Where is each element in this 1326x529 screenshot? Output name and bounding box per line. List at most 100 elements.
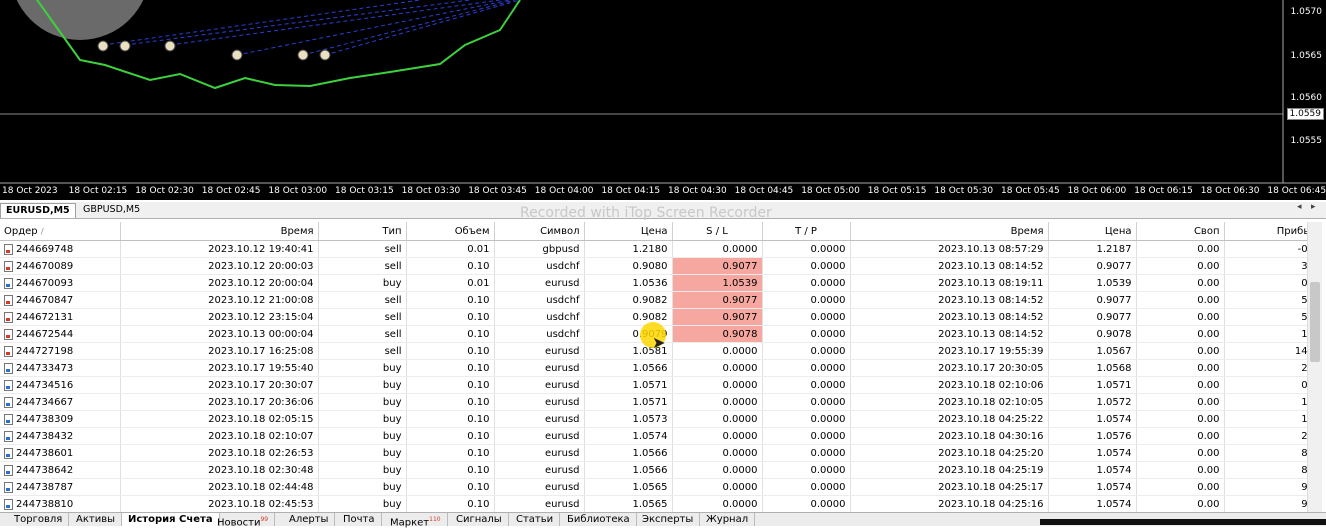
order-doc-icon: [4, 260, 13, 272]
close-price-cell: 0.9077: [1048, 291, 1137, 309]
tp-cell: 0.0000: [762, 444, 851, 462]
time-label: 18 Oct 04:15: [601, 186, 661, 196]
column-header-swap[interactable]: Своп: [1136, 222, 1225, 241]
close-price-cell: 1.0572: [1048, 393, 1137, 411]
swap-cell: 0.00: [1136, 427, 1225, 445]
open-time-cell: 2023.10.13 00:00:04: [120, 325, 319, 343]
bottom-tab[interactable]: Эксперты: [636, 513, 701, 526]
order-cell: 244738601: [0, 444, 121, 462]
bottom-tab[interactable]: Торговля: [8, 513, 70, 526]
time-label: 18 Oct 02:45: [201, 186, 261, 196]
tp-cell: 0.0000: [762, 427, 851, 445]
bottom-tab[interactable]: Сигналы: [450, 513, 509, 526]
chart-tab-eurusd[interactable]: EURUSD,M5: [0, 203, 76, 218]
sl-cell: 0.9077: [672, 257, 763, 275]
table-row[interactable]: 244670847 2023.10.12 21:00:08 sell 0.10 usdc…: [0, 291, 1308, 309]
volume-cell: 0.10: [406, 257, 495, 275]
table-row[interactable]: 244738601 2023.10.18 02:26:53 buy 0.10 eurus…: [0, 444, 1308, 462]
column-header-open-time[interactable]: Время: [120, 222, 319, 241]
bottom-tab[interactable]: Активы: [70, 513, 122, 526]
profit-cell: 5.51: [1224, 291, 1308, 309]
bottom-tab[interactable]: Статьи: [510, 513, 561, 526]
trade-marker-icon[interactable]: [319, 49, 331, 61]
sl-cell: 0.0000: [672, 393, 763, 411]
order-number: 244670093: [16, 277, 74, 289]
column-header-price[interactable]: Цена: [584, 222, 673, 241]
bottom-tab-label: Журнал: [706, 514, 749, 525]
volume-cell: 0.01: [406, 274, 495, 292]
table-row[interactable]: 244734667 2023.10.17 20:36:06 buy 0.10 eurus…: [0, 393, 1308, 411]
column-header-close-time[interactable]: Время: [850, 222, 1049, 241]
column-header-close-price[interactable]: Цена: [1048, 222, 1137, 241]
swap-cell: 0.00: [1136, 274, 1225, 292]
order-doc-icon: [4, 345, 13, 357]
profit-cell: 8.00: [1224, 444, 1308, 462]
column-header-type[interactable]: Тип: [318, 222, 407, 241]
order-doc-icon: [4, 243, 13, 255]
column-header-tp[interactable]: T / P: [762, 222, 851, 241]
column-header-profit[interactable]: Прибыль: [1224, 222, 1308, 241]
sl-cell: 0.9078: [672, 325, 763, 343]
trade-marker-icon[interactable]: [297, 49, 309, 61]
symbol-cell: gbpusd: [494, 240, 585, 258]
column-header-symbol[interactable]: Символ: [494, 222, 585, 241]
scrollbar-thumb[interactable]: [1310, 282, 1320, 362]
column-header-order[interactable]: Ордер /: [0, 222, 121, 241]
trade-marker-icon[interactable]: [164, 40, 176, 52]
bottom-tab[interactable]: Почта: [337, 513, 382, 526]
table-scrollbar[interactable]: [1307, 222, 1322, 512]
symbol-cell: usdchf: [494, 308, 585, 326]
time-label: 18 Oct 06:30: [1200, 186, 1260, 196]
table-row[interactable]: 244670089 2023.10.12 20:00:03 sell 0.10 usdc…: [0, 257, 1308, 275]
close-price-cell: 1.0539: [1048, 274, 1137, 292]
order-number: 244738642: [16, 464, 74, 476]
time-label: 18 Oct 2023: [2, 186, 58, 196]
table-row[interactable]: 244738432 2023.10.18 02:10:07 buy 0.10 eurus…: [0, 427, 1308, 445]
type-cell: sell: [318, 325, 407, 343]
table-row[interactable]: 244670093 2023.10.12 20:00:04 buy 0.01 eurus…: [0, 274, 1308, 292]
current-price-box: 1.0559: [1286, 108, 1324, 120]
table-row[interactable]: 244669748 2023.10.12 19:40:41 sell 0.01 gbpu…: [0, 240, 1308, 258]
table-row[interactable]: 244733473 2023.10.17 19:55:40 buy 0.10 eurus…: [0, 359, 1308, 377]
chart-tab-gbpusd[interactable]: GBPUSD,M5: [78, 203, 145, 217]
bottom-tab[interactable]: Журнал: [700, 513, 756, 526]
column-header-volume[interactable]: Объем: [406, 222, 495, 241]
type-cell: buy: [318, 495, 407, 512]
tab-scroll-right-icon[interactable]: ▸: [1311, 202, 1316, 212]
volume-cell: 0.10: [406, 393, 495, 411]
bottom-tab[interactable]: Новости99: [211, 513, 276, 528]
trade-connector-line: [324, 0, 521, 56]
bottom-tab[interactable]: Библиотека: [561, 513, 637, 526]
table-row[interactable]: 244734516 2023.10.17 20:30:07 buy 0.10 eurus…: [0, 376, 1308, 394]
symbol-cell: usdchf: [494, 291, 585, 309]
open-time-cell: 2023.10.12 20:00:03: [120, 257, 319, 275]
trade-marker-icon[interactable]: [119, 40, 131, 52]
order-doc-icon: [4, 277, 13, 289]
table-row[interactable]: 244738309 2023.10.18 02:05:15 buy 0.10 eurus…: [0, 410, 1308, 428]
close-time-cell: 2023.10.18 04:25:20: [850, 444, 1049, 462]
order-number: 244670847: [16, 294, 74, 306]
order-number: 244738601: [16, 447, 74, 459]
tab-scroll-left-icon[interactable]: ◂: [1297, 202, 1302, 212]
price-chart[interactable]: 1.0570 1.0565 1.0560 1.0559 1.0555 18 Oc…: [0, 0, 1326, 200]
trade-marker-icon[interactable]: [97, 40, 109, 52]
bottom-tab[interactable]: Маркет110: [384, 513, 448, 528]
trade-marker-icon[interactable]: [231, 49, 243, 61]
type-cell: sell: [318, 342, 407, 360]
type-cell: buy: [318, 461, 407, 479]
order-cell: 244670847: [0, 291, 121, 309]
open-time-cell: 2023.10.18 02:45:53: [120, 495, 319, 512]
order-doc-icon: [4, 413, 13, 425]
tp-cell: 0.0000: [762, 308, 851, 326]
table-row[interactable]: 244738810 2023.10.18 02:45:53 buy 0.10 eurus…: [0, 495, 1308, 512]
bottom-tab[interactable]: История Счета: [122, 513, 220, 526]
close-price-cell: 1.0574: [1048, 444, 1137, 462]
column-header-sl[interactable]: S / L: [672, 222, 763, 241]
table-row[interactable]: 244738787 2023.10.18 02:44:48 buy 0.10 eurus…: [0, 478, 1308, 496]
sl-cell: 0.0000: [672, 444, 763, 462]
symbol-cell: usdchf: [494, 325, 585, 343]
price-label: 1.0555: [1290, 136, 1323, 146]
bottom-tab[interactable]: Алерты: [283, 513, 336, 526]
table-row[interactable]: 244738642 2023.10.18 02:30:48 buy 0.10 eurus…: [0, 461, 1308, 479]
table-header-row: Ордер / Время Тип Объем Символ Цена S / …: [0, 222, 1308, 241]
